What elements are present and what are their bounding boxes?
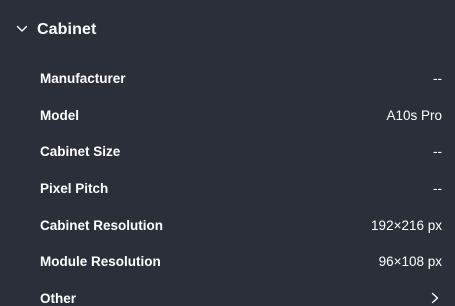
property-label: Other [40, 290, 77, 306]
cabinet-section-header[interactable]: Cabinet [0, 0, 455, 60]
property-value: 96×108 px [378, 254, 442, 270]
property-row-cabinet-resolution: Cabinet Resolution 192×216 px [0, 207, 455, 244]
property-label: Model [40, 107, 79, 123]
property-value: 192×216 px [371, 217, 442, 233]
property-value: -- [433, 70, 442, 86]
property-value: -- [433, 180, 442, 196]
property-row-pixel-pitch: Pixel Pitch -- [0, 170, 455, 207]
property-label: Cabinet Resolution [40, 217, 164, 233]
chevron-right-icon [430, 292, 440, 304]
property-value: -- [433, 144, 442, 160]
property-label: Manufacturer [40, 70, 126, 86]
property-label: Cabinet Size [40, 144, 121, 160]
section-title: Cabinet [37, 21, 97, 38]
property-label: Pixel Pitch [40, 180, 109, 196]
property-label: Module Resolution [40, 254, 161, 270]
property-row-model: Model A10s Pro [0, 97, 455, 134]
chevron-down-icon [16, 22, 28, 34]
cabinet-properties-panel: Cabinet Manufacturer -- Model A10s Pro C… [0, 0, 455, 306]
property-row-other[interactable]: Other [0, 280, 455, 306]
property-list: Manufacturer -- Model A10s Pro Cabinet S… [0, 60, 455, 306]
property-row-module-resolution: Module Resolution 96×108 px [0, 243, 455, 280]
property-row-cabinet-size: Cabinet Size -- [0, 133, 455, 170]
property-value: A10s Pro [386, 107, 442, 123]
property-row-manufacturer: Manufacturer -- [0, 60, 455, 97]
